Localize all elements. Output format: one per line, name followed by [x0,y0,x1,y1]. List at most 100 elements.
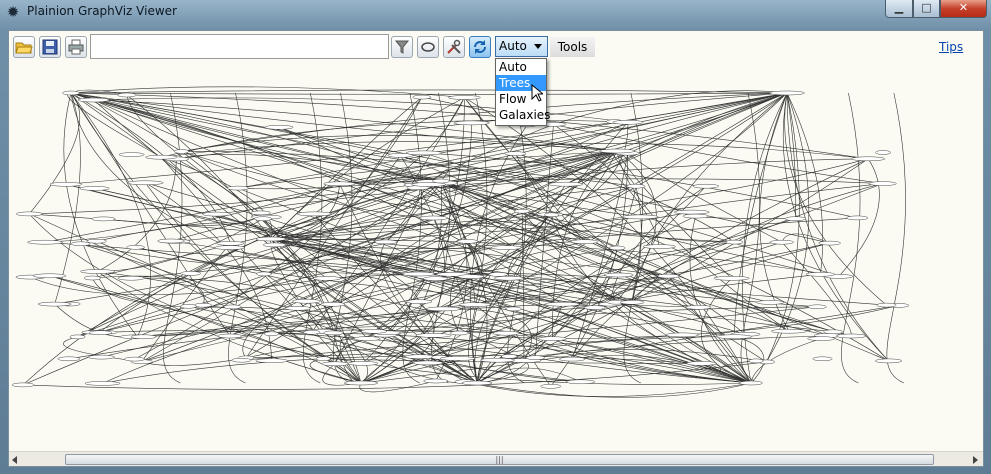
graph-node[interactable] [231,357,252,363]
graph-node[interactable] [504,151,527,156]
tools-button[interactable]: Tools [550,37,595,57]
graph-node[interactable] [876,302,897,308]
graph-node[interactable] [748,358,764,364]
graph-node[interactable] [494,275,524,281]
graph-node[interactable] [612,120,644,125]
graph-node[interactable] [807,336,836,341]
graph-node[interactable] [725,239,744,245]
graph-node[interactable] [126,245,145,250]
graph-node[interactable] [214,245,245,250]
graph-node[interactable] [685,305,712,310]
graph-node[interactable] [846,215,869,221]
graph-node[interactable] [83,275,101,281]
graph-node[interactable] [124,356,145,362]
graph-node[interactable] [292,298,321,304]
graph-node[interactable] [84,381,121,386]
graph-node[interactable] [79,186,110,191]
graph-node[interactable] [739,380,763,386]
graph-node[interactable] [174,149,189,154]
graph-node[interactable] [49,182,83,187]
graph-node[interactable] [450,330,469,336]
graph-node[interactable] [194,302,212,308]
horizontal-scrollbar[interactable]: ||| [9,451,983,466]
graph-node[interactable] [202,211,231,217]
graph-node[interactable] [812,356,833,362]
graph-node[interactable] [544,301,580,307]
graph-node[interactable] [402,271,436,277]
graph-node[interactable] [538,336,567,341]
graph-node[interactable] [836,333,867,339]
graph-node[interactable] [769,90,805,96]
graph-node[interactable] [501,354,518,359]
graph-node[interactable] [713,276,750,281]
graph-node[interactable] [91,216,116,222]
graph-node[interactable] [643,244,676,249]
graph-node[interactable] [453,120,490,126]
graph-node[interactable] [514,208,531,214]
graph-node[interactable] [374,239,398,245]
graph-node[interactable] [343,380,379,386]
graph-node[interactable] [303,330,321,335]
graph-node[interactable] [423,276,448,281]
graph-node[interactable] [117,92,137,98]
graph-node[interactable] [716,334,752,339]
graph-node[interactable] [16,211,43,217]
scroll-left-arrow-icon[interactable] [12,456,17,464]
graph-node[interactable] [404,354,436,359]
graph-node[interactable] [459,302,491,307]
graph-node[interactable] [11,382,35,388]
graph-node[interactable] [756,300,785,305]
close-button[interactable]: ✕ [940,0,987,18]
save-button[interactable] [39,36,61,58]
graph-node[interactable] [226,185,249,191]
open-button[interactable] [13,36,35,58]
filter-button[interactable] [391,36,413,58]
graph-node[interactable] [609,245,626,251]
graph-node[interactable] [360,329,388,334]
graph-node[interactable] [180,271,202,276]
graph-node[interactable] [263,242,287,248]
scroll-right-arrow-icon[interactable] [973,456,978,464]
graph-node[interactable] [412,94,432,100]
graph-node[interactable] [771,328,807,334]
layout-select[interactable]: Auto [495,36,548,57]
graph-node[interactable] [682,213,709,219]
graph-node[interactable] [70,241,91,247]
graph-node[interactable] [769,239,794,245]
graph-node[interactable] [448,95,481,100]
graph-node[interactable] [686,361,717,366]
graph-node[interactable] [254,216,272,221]
graph-node[interactable] [480,357,516,363]
graph-node[interactable] [566,379,596,385]
graph-node[interactable] [423,378,449,384]
graph-node[interactable] [461,380,493,386]
graph-node[interactable] [37,301,72,307]
graph-node[interactable] [875,150,891,155]
graph-node[interactable] [285,306,311,311]
graph-node[interactable] [80,269,115,274]
graph-node[interactable] [439,356,476,361]
graph-node[interactable] [807,304,827,310]
graph-node[interactable] [805,272,835,277]
graph-node[interactable] [875,358,902,364]
graph-node[interactable] [492,330,520,336]
graph-node[interactable] [505,306,522,312]
ellipse-button[interactable] [417,36,439,58]
graph-node[interactable] [88,354,115,360]
graph-node[interactable] [180,304,197,309]
graph-node[interactable] [784,216,807,221]
search-input[interactable] [90,34,389,59]
graph-node[interactable] [117,275,145,281]
graph-node[interactable] [488,272,509,277]
graph-node[interactable] [525,355,546,360]
graph-node[interactable] [157,238,185,244]
graph-node[interactable] [818,240,841,246]
graph-node[interactable] [622,214,659,220]
graph-node[interactable] [296,211,332,217]
graph-node[interactable] [491,245,522,250]
graph-node[interactable] [347,361,379,366]
graph-node[interactable] [321,361,349,367]
graph-node[interactable] [320,302,346,307]
graph-node[interactable] [223,304,242,310]
graph-node[interactable] [868,181,897,186]
